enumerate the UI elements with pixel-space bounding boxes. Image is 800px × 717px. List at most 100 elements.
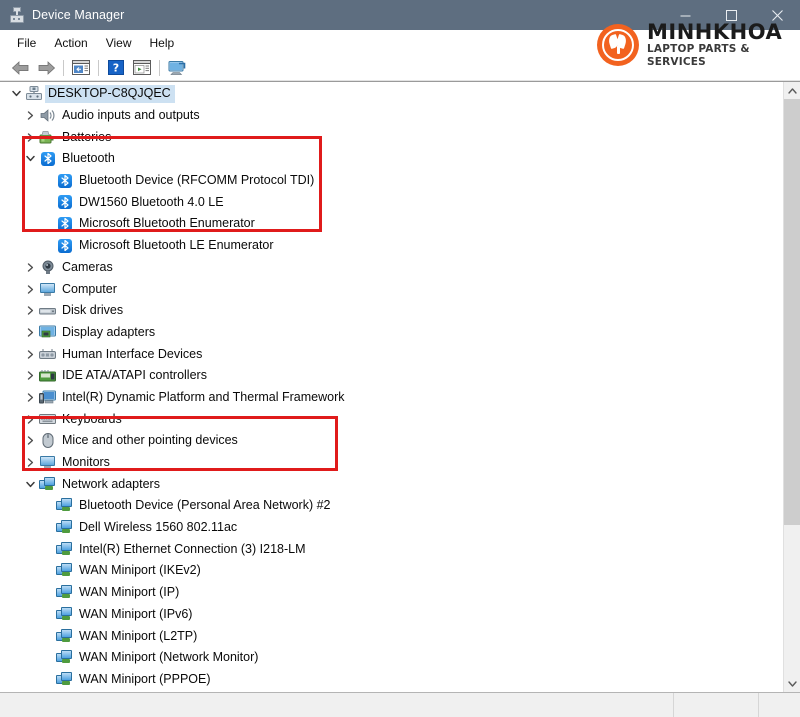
tree-row[interactable]: Disk drives xyxy=(0,300,783,322)
forward-arrow-icon[interactable] xyxy=(33,57,59,79)
menu-item-action[interactable]: Action xyxy=(45,33,96,53)
disk-drive-icon xyxy=(38,304,57,317)
close-button[interactable] xyxy=(754,0,800,30)
battery-icon xyxy=(38,130,57,145)
scroll-up-icon[interactable] xyxy=(784,82,800,99)
tree-row[interactable]: Keyboards xyxy=(0,408,783,430)
tree-row[interactable]: Audio inputs and outputs xyxy=(0,105,783,127)
tree-row[interactable]: Intel(R) Ethernet Connection (3) I218-LM xyxy=(0,538,783,560)
tree-row[interactable]: Intel(R) Dynamic Platform and Thermal Fr… xyxy=(0,387,783,409)
bluetooth-icon xyxy=(55,195,74,210)
menu-item-view[interactable]: View xyxy=(97,33,141,53)
tree-row[interactable]: Bluetooth Device (RFCOMM Protocol TDI) xyxy=(0,170,783,192)
tree-row[interactable]: Computer xyxy=(0,278,783,300)
chevron-down-icon[interactable] xyxy=(8,90,24,97)
toolbar-separator xyxy=(63,59,64,76)
chevron-right-icon[interactable] xyxy=(22,393,38,402)
network-adapter-icon xyxy=(55,671,74,687)
keyboard-icon xyxy=(38,413,57,425)
tree-row-label: DESKTOP-C8QJQEC xyxy=(45,84,175,103)
chevron-down-icon[interactable] xyxy=(22,481,38,488)
network-adapter-icon xyxy=(55,628,74,644)
tree-row-label: Keyboards xyxy=(62,411,122,426)
tree-row[interactable]: Network adapters xyxy=(0,473,783,495)
tree-row[interactable]: Bluetooth xyxy=(0,148,783,170)
chevron-right-icon[interactable] xyxy=(22,263,38,272)
tree-row[interactable]: Monitors xyxy=(0,452,783,474)
tree-row[interactable]: DW1560 Bluetooth 4.0 LE xyxy=(0,191,783,213)
scan-hardware-icon[interactable] xyxy=(164,57,190,79)
tree-row-label: Disk drives xyxy=(62,303,124,318)
network-adapter-icon xyxy=(55,650,74,665)
chevron-right-icon[interactable] xyxy=(22,458,38,467)
window-title: Device Manager xyxy=(32,8,125,22)
tree-row-label: Intel(R) Dynamic Platform and Thermal Fr… xyxy=(62,389,345,404)
vertical-scrollbar[interactable] xyxy=(783,82,800,692)
title-bar: Device Manager xyxy=(0,0,800,30)
tree-row[interactable]: Microsoft Bluetooth LE Enumerator xyxy=(0,235,783,257)
tree-row[interactable]: WAN Miniport (Network Monitor) xyxy=(0,647,783,669)
chevron-right-icon[interactable] xyxy=(22,111,38,120)
tree-row-label: IDE ATA/ATAPI controllers xyxy=(62,368,207,383)
tree-row[interactable]: DESKTOP-C8QJQEC xyxy=(0,83,783,105)
tree-row[interactable]: Cameras xyxy=(0,257,783,279)
menu-item-file[interactable]: File xyxy=(8,33,45,53)
chevron-right-icon[interactable] xyxy=(22,306,38,315)
scroll-down-icon[interactable] xyxy=(784,675,800,692)
scrollbar-track[interactable] xyxy=(784,99,800,675)
tree-row[interactable]: Microsoft Bluetooth Enumerator xyxy=(0,213,783,235)
update-driver-icon[interactable] xyxy=(129,57,155,79)
minimize-button[interactable] xyxy=(662,0,708,30)
maximize-button[interactable] xyxy=(708,0,754,30)
device-tree[interactable]: DESKTOP-C8QJQEC Audio inputs and outputs… xyxy=(0,82,783,692)
network-adapter-icon xyxy=(38,476,57,492)
chevron-down-icon[interactable] xyxy=(22,155,38,162)
network-adapter-icon xyxy=(55,606,74,622)
tree-row[interactable]: Human Interface Devices xyxy=(0,343,783,365)
scrollbar-thumb[interactable] xyxy=(784,99,800,526)
chevron-right-icon[interactable] xyxy=(22,371,38,380)
chevron-right-icon[interactable] xyxy=(22,349,38,359)
tree-row[interactable]: Dell Wireless 1560 802.11ac xyxy=(0,517,783,539)
status-bar xyxy=(0,692,800,717)
computer-root-icon xyxy=(24,86,43,101)
chevron-right-icon[interactable] xyxy=(22,328,38,337)
tree-row[interactable]: WAN Miniport (PPTP) xyxy=(0,690,783,692)
tree-row-label: Human Interface Devices xyxy=(62,346,203,361)
svg-text:?: ? xyxy=(113,62,119,75)
network-adapter-icon xyxy=(55,585,74,600)
monitor-icon xyxy=(38,455,57,470)
tree-row-label: Bluetooth xyxy=(62,151,115,166)
back-arrow-icon[interactable] xyxy=(7,57,33,79)
network-adapter-icon xyxy=(55,563,74,578)
tree-row[interactable]: WAN Miniport (IP) xyxy=(0,582,783,604)
tree-row[interactable]: WAN Miniport (IPv6) xyxy=(0,604,783,626)
toolbar: ? xyxy=(0,55,800,81)
tree-row[interactable]: WAN Miniport (L2TP) xyxy=(0,625,783,647)
tree-row[interactable]: Mice and other pointing devices xyxy=(0,430,783,452)
network-adapter-icon xyxy=(55,498,74,513)
chevron-right-icon[interactable] xyxy=(22,284,38,294)
menu-item-help[interactable]: Help xyxy=(141,33,184,53)
status-cell-2 xyxy=(758,693,800,717)
chevron-right-icon[interactable] xyxy=(22,414,38,424)
display-adapter-icon xyxy=(38,325,57,340)
tree-row-label: DW1560 Bluetooth 4.0 LE xyxy=(79,194,224,209)
tree-row-label: Intel(R) Ethernet Connection (3) I218-LM xyxy=(79,541,306,556)
tree-row[interactable]: Bluetooth Device (Personal Area Network)… xyxy=(0,495,783,517)
chevron-right-icon[interactable] xyxy=(22,436,38,446)
tree-row-label: Microsoft Bluetooth LE Enumerator xyxy=(79,238,274,253)
chevron-right-icon[interactable] xyxy=(22,133,38,142)
tree-row-label: Monitors xyxy=(62,455,110,470)
toolbar-separator xyxy=(98,59,99,76)
tree-row[interactable]: Display adapters xyxy=(0,322,783,344)
ide-controller-icon xyxy=(38,369,57,383)
properties-icon[interactable] xyxy=(68,57,94,79)
tree-row-label: Cameras xyxy=(62,259,113,274)
tree-row[interactable]: WAN Miniport (IKEv2) xyxy=(0,560,783,582)
help-icon[interactable]: ? xyxy=(103,57,129,79)
tree-row[interactable]: IDE ATA/ATAPI controllers xyxy=(0,365,783,387)
tree-row[interactable]: WAN Miniport (PPPOE) xyxy=(0,669,783,691)
tree-row-label: Bluetooth Device (RFCOMM Protocol TDI) xyxy=(79,173,315,188)
tree-row[interactable]: Batteries xyxy=(0,126,783,148)
